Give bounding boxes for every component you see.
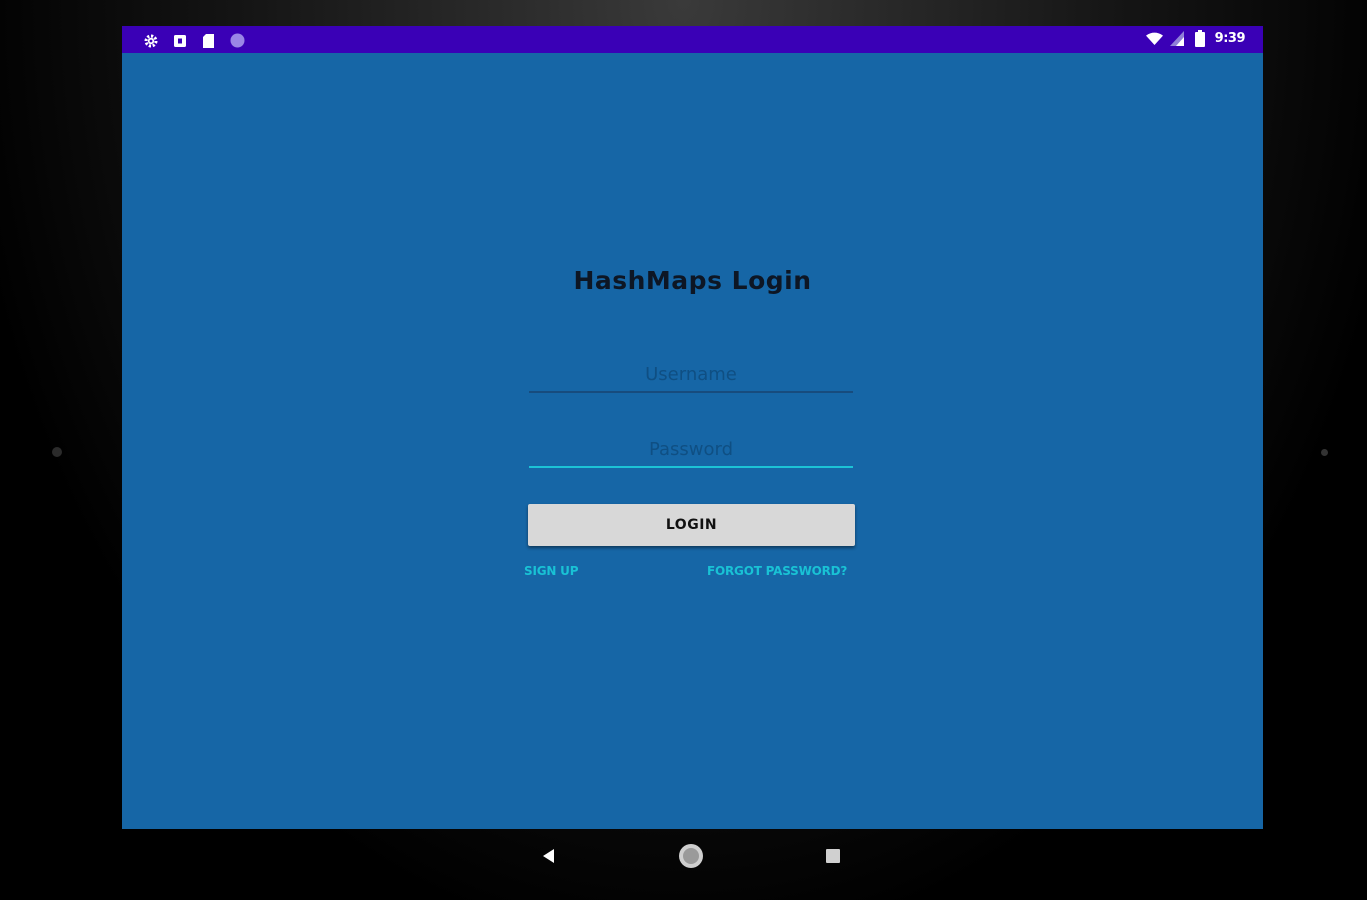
back-icon: [541, 848, 557, 868]
navigation-bar: [0, 829, 1367, 900]
back-button[interactable]: [534, 843, 564, 873]
login-button[interactable]: LOGIN: [528, 504, 855, 546]
page-title: HashMaps Login: [573, 266, 812, 295]
recents-button[interactable]: [818, 843, 848, 873]
sign-up-link[interactable]: SIGN UP: [524, 564, 579, 578]
status-bar-system: 9:39: [1145, 30, 1246, 47]
app-screen: 9:39 HashMaps Login LOGIN SIGN UP FORGOT…: [122, 26, 1263, 829]
status-bar-notifications: [142, 32, 246, 49]
password-input[interactable]: [529, 432, 853, 468]
sd-card-icon: [200, 32, 217, 49]
settings-icon: [142, 32, 159, 49]
tablet-bezel-dot: [52, 447, 62, 457]
status-bar-time: 9:39: [1214, 31, 1246, 46]
cell-signal-icon: [1169, 30, 1186, 47]
notification-box-icon: [171, 32, 188, 49]
username-input[interactable]: [529, 357, 853, 393]
home-button[interactable]: [676, 843, 706, 873]
wifi-icon: [1145, 30, 1163, 47]
circle-icon: [229, 32, 246, 49]
home-icon: [678, 843, 704, 873]
status-bar: 9:39: [122, 26, 1263, 53]
forgot-password-link[interactable]: FORGOT PASSWORD?: [707, 564, 847, 578]
recents-icon: [825, 848, 841, 868]
tablet-camera-dot: [1321, 449, 1328, 456]
battery-icon: [1192, 30, 1209, 47]
